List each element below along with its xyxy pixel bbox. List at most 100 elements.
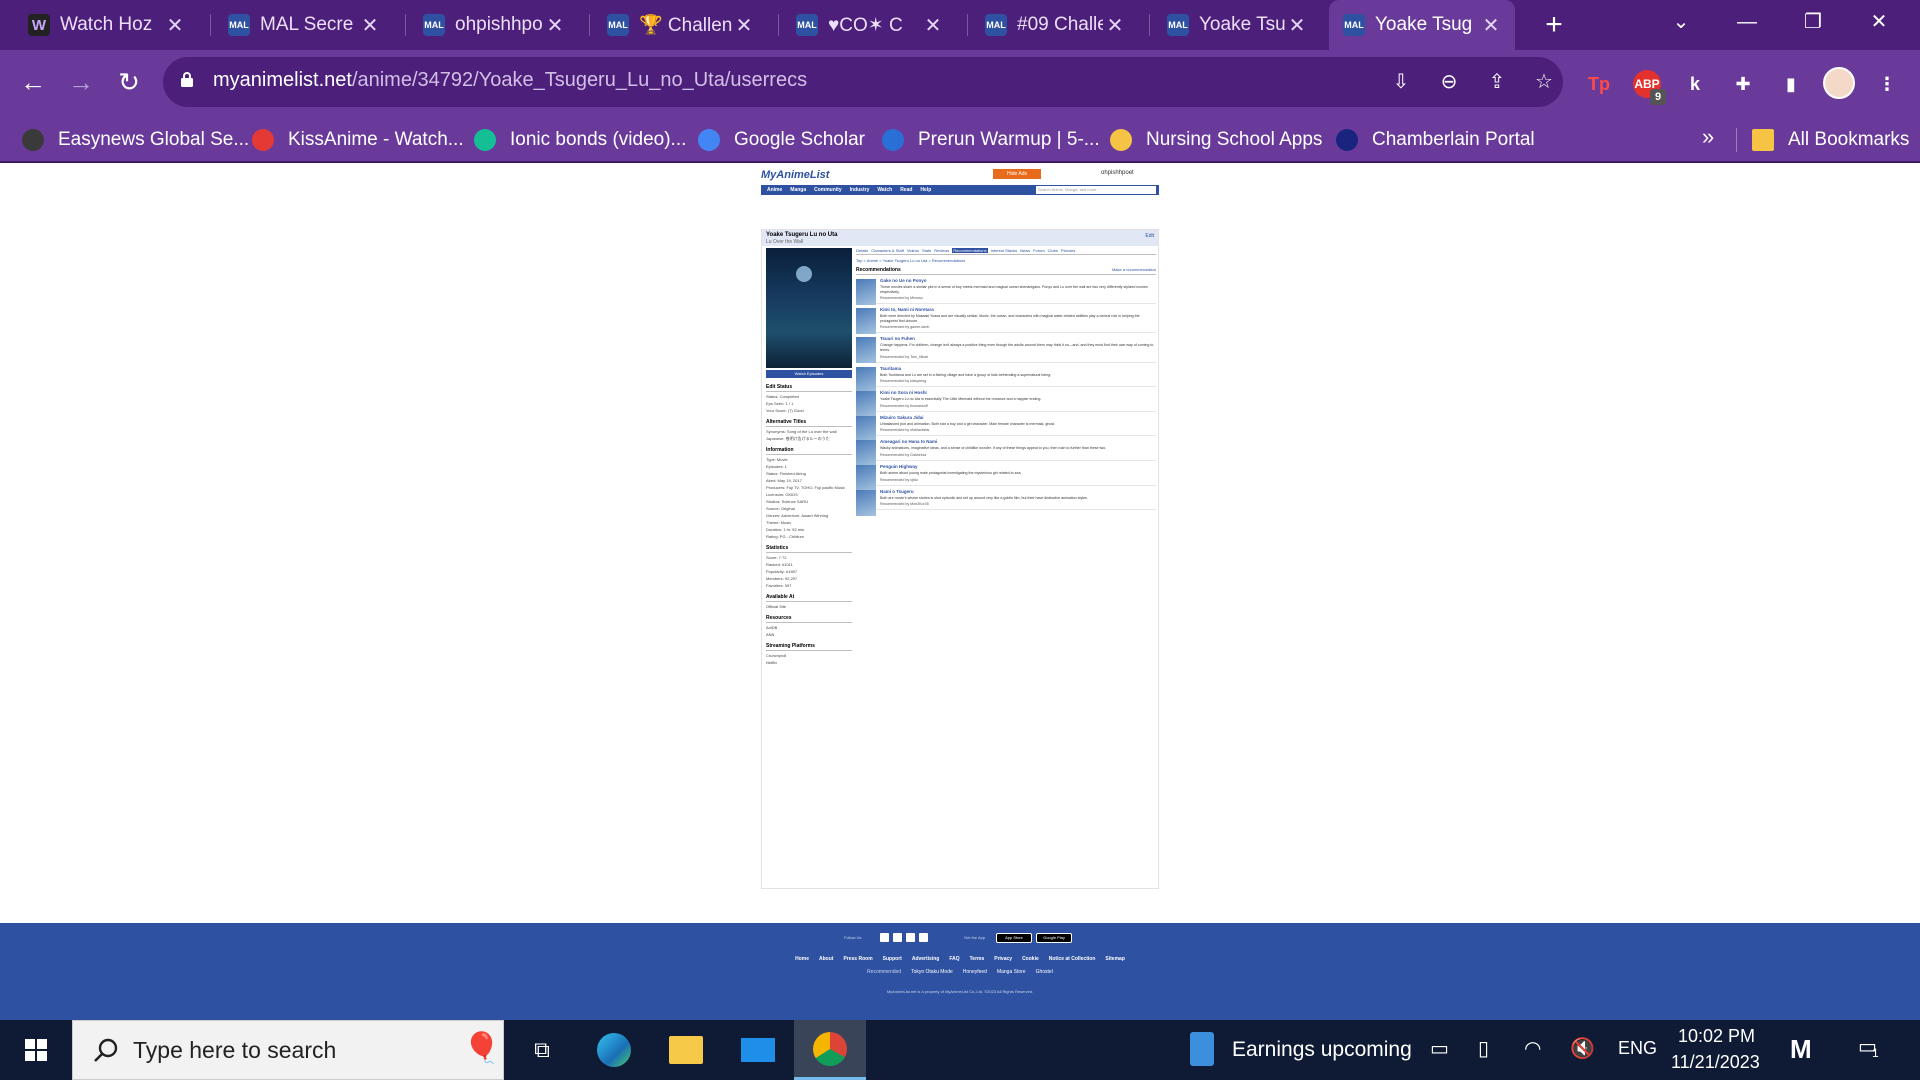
twitter-icon[interactable] [893, 933, 902, 942]
recommended-by[interactable]: Recommended by sjtdu [880, 478, 1156, 482]
footer-link[interactable]: About [819, 956, 833, 962]
recommendation-thumbnail[interactable] [856, 337, 876, 364]
recommended-by[interactable]: Recommended by ufoblackstar [880, 428, 1156, 432]
tablet-mode-icon[interactable]: ▯ [1478, 1036, 1489, 1061]
recommended-by[interactable]: Recommended by Moe2Kor35 [880, 502, 1156, 506]
google-play-badge[interactable]: Google Play [1036, 933, 1072, 943]
extension-k-icon[interactable]: k [1678, 67, 1712, 101]
watch-episodes-button[interactable]: Watch Episodes [766, 370, 852, 378]
install-app-icon[interactable]: ⇩ [1385, 66, 1417, 98]
windows-start-icon[interactable] [0, 1020, 72, 1080]
subtab-link[interactable]: Stats [922, 248, 931, 253]
address-bar[interactable]: myanimelist.net/anime/34792/Yoake_Tsuger… [163, 57, 1563, 107]
recommendation-title[interactable]: Ameagari no Hana to Nami [880, 439, 1156, 444]
forward-icon[interactable]: → [60, 61, 102, 103]
app-store-badge[interactable]: App Store [996, 933, 1032, 943]
menu-kebab-icon[interactable]: ⋮ [1870, 67, 1904, 101]
bookmark-item[interactable]: Easynews Global Se... [22, 124, 249, 156]
bookmark-item[interactable]: Google Scholar [698, 124, 865, 156]
tab-close-icon[interactable]: ✕ [732, 13, 756, 38]
subtab-link[interactable]: Pictures [1061, 248, 1075, 253]
edit-link[interactable]: Edit [1145, 233, 1154, 239]
volume-muted-icon[interactable]: 🔇 [1570, 1036, 1595, 1061]
tab[interactable]: MAL Yoake Tsug✕ [1153, 0, 1321, 50]
new-tab-button[interactable]: + [1535, 6, 1573, 44]
mal-nav-item[interactable]: Community [814, 187, 842, 193]
tab-close-icon[interactable]: ✕ [163, 13, 187, 38]
bookmark-item[interactable]: Prerun Warmup | 5-... [882, 124, 1100, 156]
partner-link[interactable]: Tokyo Otaku Mode [911, 969, 953, 975]
recommended-by[interactable]: Recommended by Mimoso [880, 296, 1156, 300]
recommendation-title[interactable]: Kimi to, Nami ni Noretara [880, 307, 1156, 312]
tab-close-icon[interactable]: ✕ [543, 13, 567, 38]
recommended-by[interactable]: Recommended by kickyeeng [880, 379, 1156, 383]
restore-button[interactable]: ❐ [1780, 0, 1846, 44]
tab[interactable]: MAL #09 Challe ✕ [971, 0, 1139, 50]
clock-time[interactable]: 10:02 PM [1678, 1026, 1755, 1047]
tab-search-icon[interactable]: ⌄ [1648, 0, 1714, 44]
tab-close-icon[interactable]: ✕ [1103, 13, 1127, 38]
partner-link[interactable]: Honeyfeed [963, 969, 987, 975]
extension-tp-icon[interactable]: Tp [1582, 67, 1616, 101]
bookmark-star-icon[interactable]: ☆ [1528, 66, 1560, 98]
url-text[interactable]: myanimelist.net/anime/34792/Yoake_Tsuger… [213, 69, 807, 92]
tab[interactable]: MAL 🏆 Challen ✕ [593, 0, 768, 50]
make-recommendation-link[interactable]: Make a recommendation [1112, 267, 1156, 273]
tab-close-icon[interactable]: ✕ [1285, 13, 1309, 38]
recommendation-title[interactable]: Tsuuri no Fuhen [880, 336, 1156, 341]
subtab-link[interactable]: Details [856, 248, 868, 253]
zoom-icon[interactable]: ⊖ [1433, 66, 1465, 98]
mal-search-input[interactable]: Search Anime, Manga, and more... [1036, 186, 1156, 194]
instagram-icon[interactable] [906, 933, 915, 942]
facebook-icon[interactable] [880, 933, 889, 942]
tab[interactable]: MAL ♥CO✶ C ✕ [782, 0, 957, 50]
back-icon[interactable]: ← [12, 61, 54, 103]
recommendation-title[interactable]: Gake no Ue no Ponyo [880, 278, 1156, 283]
hide-ads-button[interactable]: Hide Ads [993, 169, 1041, 179]
recommendation-title[interactable]: Mizuiro Sakura Jidai [880, 415, 1156, 420]
bookmarks-overflow-icon[interactable]: » [1702, 124, 1714, 150]
all-bookmarks-folder[interactable]: All Bookmarks [1752, 124, 1909, 156]
mal-nav-item[interactable]: Industry [850, 187, 870, 193]
subtab-link[interactable]: Interest Stacks [991, 248, 1017, 253]
partner-link[interactable]: Manga Store [997, 969, 1026, 975]
mal-nav-item[interactable]: Read [900, 187, 912, 193]
m-app-icon[interactable]: M [1790, 1034, 1812, 1065]
tab[interactable]: MAL MAL Secre ✕ [214, 0, 394, 50]
subtab-link[interactable]: Clubs [1048, 248, 1058, 253]
recommendation-title[interactable]: Tsuritama [880, 366, 1156, 371]
wifi-icon[interactable]: ◠ [1524, 1036, 1541, 1061]
reload-icon[interactable]: ↻ [108, 61, 150, 103]
recommendation-title[interactable]: Nami o Tsugeru [880, 489, 1156, 494]
notifications-icon[interactable]: ▭ 1 [1858, 1034, 1879, 1060]
taskbar-search-input[interactable]: Type here to search 🎈 [72, 1020, 504, 1080]
edge-icon[interactable] [578, 1020, 650, 1080]
mal-logo[interactable]: MyAnimeList [761, 169, 829, 181]
bookmark-item[interactable]: Ionic bonds (video)... [474, 124, 686, 156]
footer-link[interactable]: Notice at Collection [1049, 956, 1096, 962]
task-view-icon[interactable]: ⧉ [506, 1020, 578, 1080]
recommendation-thumbnail[interactable] [856, 308, 876, 335]
close-window-button[interactable]: ✕ [1846, 0, 1912, 44]
adblock-icon[interactable]: ABP 9 [1630, 67, 1666, 105]
tab-close-icon[interactable]: ✕ [1479, 13, 1503, 38]
bookmark-item[interactable]: KissAnime - Watch... [252, 124, 464, 156]
bookmark-item[interactable]: Chamberlain Portal [1336, 124, 1535, 156]
footer-link[interactable]: Support [883, 956, 902, 962]
footer-link[interactable]: Advertising [912, 956, 940, 962]
tab[interactable]: W Watch Hoz ✕ [14, 0, 199, 50]
lock-icon[interactable] [180, 71, 194, 87]
subtab-link[interactable]: Videos [907, 248, 919, 253]
recommendation-title[interactable]: Kimi no Sora ni Hoshi [880, 390, 1156, 395]
recommended-by[interactable]: Recommended by gamer-lamb [880, 325, 1156, 329]
recommended-by[interactable]: Recommended by Galvuniza [880, 453, 1156, 457]
share-icon[interactable]: ⇪ [1481, 66, 1513, 98]
recommended-by[interactable]: Recommended by thomaskoff [880, 404, 1156, 408]
mail-icon[interactable] [722, 1020, 794, 1080]
minimize-button[interactable]: — [1714, 0, 1780, 44]
breadcrumb[interactable]: Top > Anime > Yoake Tsugeru Lu no Uta > … [856, 258, 1156, 263]
mal-nav-item[interactable]: Manga [790, 187, 806, 193]
tab-close-icon[interactable]: ✕ [358, 13, 382, 38]
tab[interactable]: MAL ohpishhpo ✕ [409, 0, 579, 50]
cover-image[interactable] [766, 248, 852, 368]
